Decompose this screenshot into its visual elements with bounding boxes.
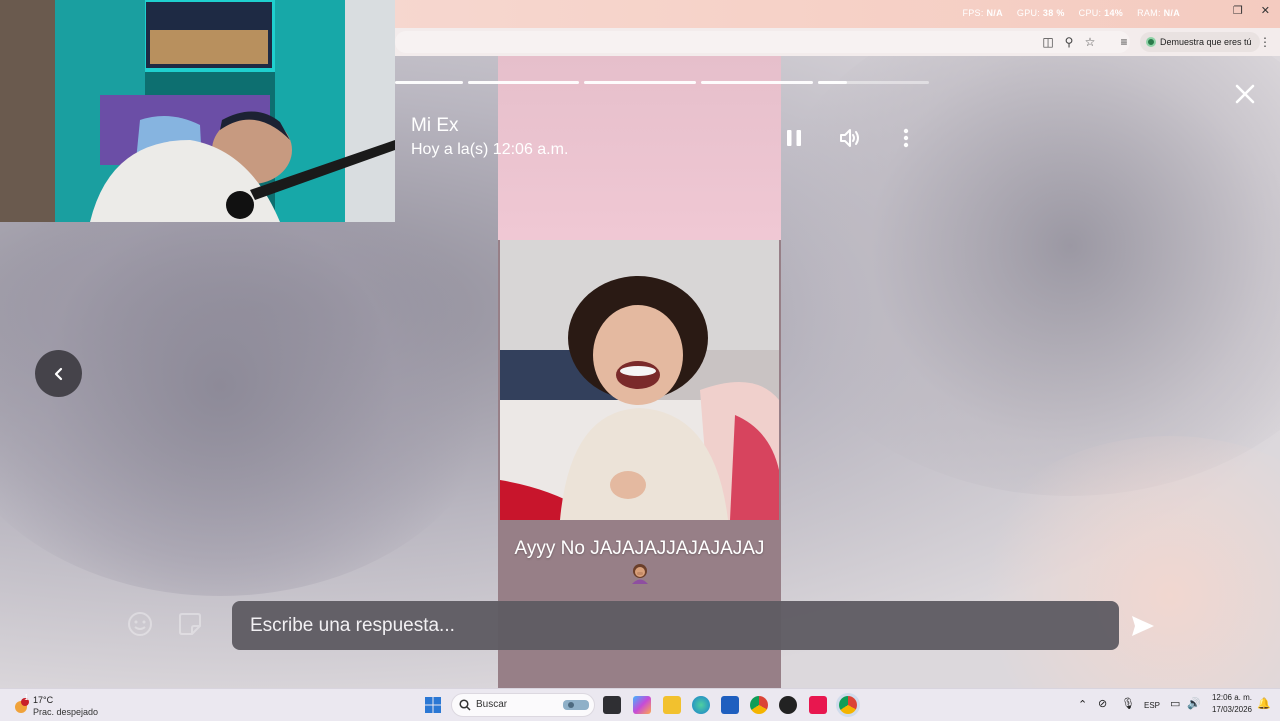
weather-desc: Prac. despejado xyxy=(33,707,99,717)
verify-status-icon xyxy=(1146,37,1156,47)
previous-story-button[interactable] xyxy=(35,350,82,397)
weather-widget[interactable]: 1 17°C Prac. despejado xyxy=(12,693,102,717)
install-app-icon[interactable]: ◫ xyxy=(1041,35,1055,49)
chevron-left-icon xyxy=(54,367,62,380)
story-progress-segment xyxy=(701,81,813,84)
story-progress-segment-current xyxy=(818,81,929,84)
blurred-background xyxy=(760,56,1280,496)
sticker-icon[interactable] xyxy=(176,610,204,638)
story-timestamp: Hoy a la(s) 12:06 a.m. xyxy=(411,141,569,158)
volume-button[interactable] xyxy=(838,126,862,150)
story-photo-laughing-child xyxy=(500,240,779,520)
speaker-icon[interactable]: 🔊 xyxy=(1187,697,1201,710)
perf-ram: RAM: N/A xyxy=(1137,8,1180,18)
windows-taskbar: 1 17°C Prac. despejado Buscar ⌃ ⊘ 🎙 ESP … xyxy=(0,688,1280,721)
search-label: Buscar xyxy=(476,699,508,710)
perf-cpu: CPU: 14% xyxy=(1078,8,1124,18)
perf-gpu: GPU: 38 % xyxy=(1016,8,1065,18)
task-view-icon[interactable] xyxy=(603,696,621,714)
story-options-button[interactable] xyxy=(894,126,918,150)
story-caption: Ayyy No JAJAJAJJAJAJAJAJ xyxy=(498,536,781,592)
copilot-icon[interactable] xyxy=(633,696,651,714)
performance-overlay: FPS: N/A GPU: 38 % CPU: 14% RAM: N/A xyxy=(962,8,1180,18)
reading-list-icon[interactable]: ≡ xyxy=(1117,35,1131,49)
reply-box[interactable] xyxy=(232,601,1119,650)
store-icon[interactable] xyxy=(721,696,739,714)
send-icon xyxy=(1132,616,1154,636)
close-window-button[interactable]: ✕ xyxy=(1261,4,1270,17)
display-icon[interactable]: ▭ xyxy=(1170,697,1180,710)
search-highlight-icon xyxy=(563,700,589,710)
more-options-icon xyxy=(903,128,909,148)
story-progress-segment xyxy=(468,81,579,84)
pause-icon xyxy=(787,130,801,146)
windows-start-icon[interactable] xyxy=(425,697,441,713)
window-controls: ❐ ✕ xyxy=(1233,4,1270,17)
verify-label: Demuestra que eres tú xyxy=(1160,37,1252,47)
story-progress-fill xyxy=(818,81,847,84)
reply-input[interactable] xyxy=(232,601,1119,650)
search-icon xyxy=(459,699,471,711)
volume-icon xyxy=(840,129,859,147)
tiktok-icon[interactable] xyxy=(809,696,827,714)
language-indicator[interactable]: ESP xyxy=(1144,701,1160,710)
microphone-icon[interactable]: 🎙 xyxy=(1121,697,1135,710)
file-explorer-icon[interactable] xyxy=(663,696,681,714)
network-off-icon[interactable]: ⊘ xyxy=(1098,697,1107,710)
chrome-active-icon[interactable] xyxy=(839,696,857,714)
obs-icon[interactable] xyxy=(779,696,797,714)
streamer-webcam-overlay xyxy=(0,0,395,222)
pause-button[interactable] xyxy=(782,126,806,150)
close-icon xyxy=(1235,84,1255,104)
restore-window-button[interactable]: ❐ xyxy=(1233,4,1243,17)
chrome-icon[interactable] xyxy=(750,696,768,714)
bookmark-star-icon[interactable]: ☆ xyxy=(1083,35,1097,49)
story-caption-text: Ayyy No JAJAJAJJAJAJAJAJ xyxy=(514,538,765,559)
zoom-icon[interactable]: ⚲ xyxy=(1062,35,1076,49)
weather-badge: 1 xyxy=(24,693,29,702)
taskbar-time[interactable]: 12:06 a. m. xyxy=(1210,693,1252,702)
story-author-name[interactable]: Mi Ex xyxy=(411,115,459,137)
edge-icon[interactable] xyxy=(692,696,710,714)
story-progress-segment xyxy=(395,81,463,84)
address-bar[interactable] xyxy=(395,31,1130,53)
notification-bell-icon[interactable]: 🔔 xyxy=(1257,697,1271,710)
send-button[interactable] xyxy=(1130,614,1156,638)
chevron-up-icon[interactable]: ⌃ xyxy=(1078,698,1087,711)
emoji-reaction-icon[interactable] xyxy=(126,610,154,638)
close-story-button[interactable] xyxy=(1232,81,1258,107)
story-progress-segment xyxy=(584,81,696,84)
browser-menu-icon[interactable]: ⋮ xyxy=(1258,35,1272,49)
weather-temp: 17°C xyxy=(33,695,54,705)
verify-identity-chip[interactable]: Demuestra que eres tú xyxy=(1140,32,1260,52)
taskbar-search[interactable]: Buscar xyxy=(451,693,595,717)
facepalm-emoji-icon xyxy=(629,562,651,584)
taskbar-date[interactable]: 17/03/2026 xyxy=(1206,705,1252,714)
perf-fps: FPS: N/A xyxy=(962,8,1003,18)
